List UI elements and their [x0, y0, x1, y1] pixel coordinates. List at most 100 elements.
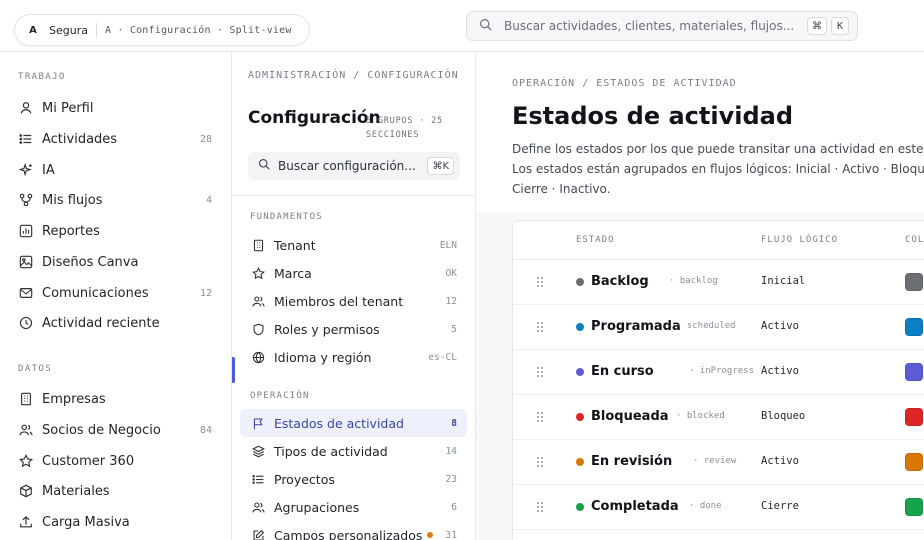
settings-meta: 5 GRUPOS · 25 SECCIONES — [366, 116, 443, 140]
settings-group-fundamentos: FUNDAMENTOS — [250, 212, 323, 222]
table-row[interactable]: Backlog · backlog Inicial — [513, 260, 924, 305]
sidebar-item-customer-360[interactable]: Customer 360 — [8, 447, 224, 475]
drag-handle-icon[interactable] — [535, 320, 545, 334]
settings-item-miembros[interactable]: Miembros del tenant 12 — [240, 287, 467, 315]
settings-item-badge: ELN — [439, 239, 457, 251]
settings-search-input[interactable]: Buscar configuración... ⌘K — [248, 152, 460, 180]
status-dot — [576, 323, 584, 331]
users-icon — [250, 499, 266, 515]
flow-icon — [18, 192, 34, 208]
settings-item-badge: 12 — [445, 295, 457, 307]
status-dot — [427, 532, 433, 538]
column-header-estado: ESTADO — [576, 235, 615, 245]
color-swatch[interactable] — [905, 363, 923, 381]
top-bar: A Segura A · Configuración · Split-view … — [0, 0, 924, 52]
column-header-color: COLOR — [905, 235, 924, 245]
sidebar-item-label: Materiales — [42, 483, 110, 499]
divider — [232, 195, 475, 196]
color-swatch[interactable] — [905, 273, 923, 291]
tenant-name: Segura — [49, 23, 88, 37]
sidebar-item-mi-perfil[interactable]: Mi Perfil — [8, 94, 224, 122]
sidebar-section-trabajo: TRABAJO — [18, 72, 66, 82]
settings-item-campos-personalizados[interactable]: Campos personalizados 31 — [240, 521, 467, 540]
tenant-switcher[interactable]: A Segura A · Configuración · Split-view — [14, 14, 310, 46]
settings-item-marca[interactable]: Marca OK — [240, 259, 467, 287]
state-name: Completada — [591, 499, 679, 514]
color-swatch[interactable] — [905, 408, 923, 426]
settings-item-badge: 23 — [445, 473, 457, 485]
state-flow: Activo — [761, 455, 799, 467]
settings-group-operacion: OPERACIÓN — [250, 391, 310, 401]
sparkle-icon — [18, 162, 34, 178]
mail-icon — [18, 285, 34, 301]
sidebar-item-label: Carga Masiva — [42, 514, 130, 530]
sidebar-item-count: 4 — [205, 194, 212, 206]
table-row[interactable]: Completada · done Cierre — [513, 485, 924, 530]
color-swatch[interactable] — [905, 453, 923, 471]
flag-icon — [250, 415, 266, 431]
state-key: · scheduled — [676, 321, 736, 331]
search-icon — [479, 18, 492, 35]
drag-handle-icon[interactable] — [535, 500, 545, 514]
sidebar-item-empresas[interactable]: Empresas — [8, 385, 224, 413]
sidebar-item-actividades[interactable]: Actividades 28 — [8, 125, 224, 153]
sidebar-item-ia[interactable]: IA — [8, 156, 224, 184]
state-name: En revisión — [591, 454, 673, 469]
settings-item-label: Estados de actividad — [274, 415, 404, 431]
table-row[interactable]: Bloqueada · blocked Bloqueo — [513, 395, 924, 440]
globe-icon — [250, 349, 266, 365]
settings-item-badge: OK — [445, 267, 457, 279]
list-icon — [250, 471, 266, 487]
state-flow: Activo — [761, 365, 799, 377]
sidebar-item-label: Mi Perfil — [42, 100, 94, 116]
breadcrumb: OPERACIÓN / ESTADOS DE ACTIVIDAD — [512, 78, 737, 89]
layers-icon — [250, 443, 266, 459]
settings-item-label: Marca — [274, 265, 312, 281]
table-row[interactable]: En revisión · review Activo — [513, 440, 924, 485]
color-swatch[interactable] — [905, 318, 923, 336]
state-key: · backlog — [669, 276, 718, 286]
sidebar-item-label: Actividad reciente — [42, 315, 160, 331]
sidebar-item-carga-masiva[interactable]: Carga Masiva — [8, 508, 224, 536]
drag-handle-icon[interactable] — [535, 455, 545, 469]
settings-item-tenant[interactable]: Tenant ELN — [240, 231, 467, 259]
page-title: Estados de actividad — [512, 102, 794, 130]
tenant-avatar: A — [29, 24, 37, 36]
table-row[interactable]: En curso · inProgress Activo — [513, 350, 924, 395]
sidebar-item-materiales[interactable]: Materiales — [8, 477, 224, 505]
sidebar: TRABAJO Mi Perfil Actividades 28 IA Mis … — [0, 52, 232, 540]
drag-handle-icon[interactable] — [535, 275, 545, 289]
page-description: Define los estados por los que puede tra… — [512, 142, 924, 196]
chart-icon — [18, 223, 34, 239]
kbd-command: ⌘ — [807, 17, 827, 35]
settings-item-tipos-de-actividad[interactable]: Tipos de actividad 14 — [240, 437, 467, 465]
table-row[interactable]: Programada · scheduled Activo — [513, 305, 924, 350]
sidebar-item-comunicaciones[interactable]: Comunicaciones 12 — [8, 279, 224, 307]
color-swatch[interactable] — [905, 498, 923, 516]
sidebar-item-label: Socios de Negocio — [42, 422, 161, 438]
sidebar-item-label: Reportes — [42, 223, 100, 239]
settings-item-estados-de-actividad[interactable]: Estados de actividad 8 — [240, 409, 467, 437]
state-name: Bloqueada — [591, 409, 669, 424]
drag-handle-icon[interactable] — [535, 365, 545, 379]
status-dot — [576, 503, 584, 511]
settings-item-idioma[interactable]: Idioma y región es-CL — [240, 343, 467, 371]
building-icon — [250, 237, 266, 253]
global-search[interactable]: Buscar actividades, clientes, materiales… — [466, 11, 858, 41]
sidebar-item-socios-de-negocio[interactable]: Socios de Negocio 84 — [8, 416, 224, 444]
settings-item-badge: 14 — [445, 445, 457, 457]
drag-handle-icon[interactable] — [535, 410, 545, 424]
state-flow: Bloqueo — [761, 410, 806, 422]
sidebar-item-label: Empresas — [42, 391, 106, 407]
settings-item-badge: 31 — [445, 529, 457, 540]
settings-item-proyectos[interactable]: Proyectos 23 — [240, 465, 467, 493]
sidebar-item-disenos-canva[interactable]: Diseños Canva — [8, 248, 224, 276]
sidebar-item-actividad-reciente[interactable]: Actividad reciente — [8, 309, 224, 337]
settings-item-roles[interactable]: Roles y permisos 5 — [240, 315, 467, 343]
main-content: OPERACIÓN / ESTADOS DE ACTIVIDAD Estados… — [476, 52, 924, 540]
sidebar-item-label: Comunicaciones — [42, 285, 149, 301]
sidebar-item-count: 84 — [199, 424, 212, 436]
sidebar-item-reportes[interactable]: Reportes — [8, 217, 224, 245]
sidebar-item-mis-flujos[interactable]: Mis flujos 4 — [8, 186, 224, 214]
settings-item-agrupaciones[interactable]: Agrupaciones 6 — [240, 493, 467, 521]
